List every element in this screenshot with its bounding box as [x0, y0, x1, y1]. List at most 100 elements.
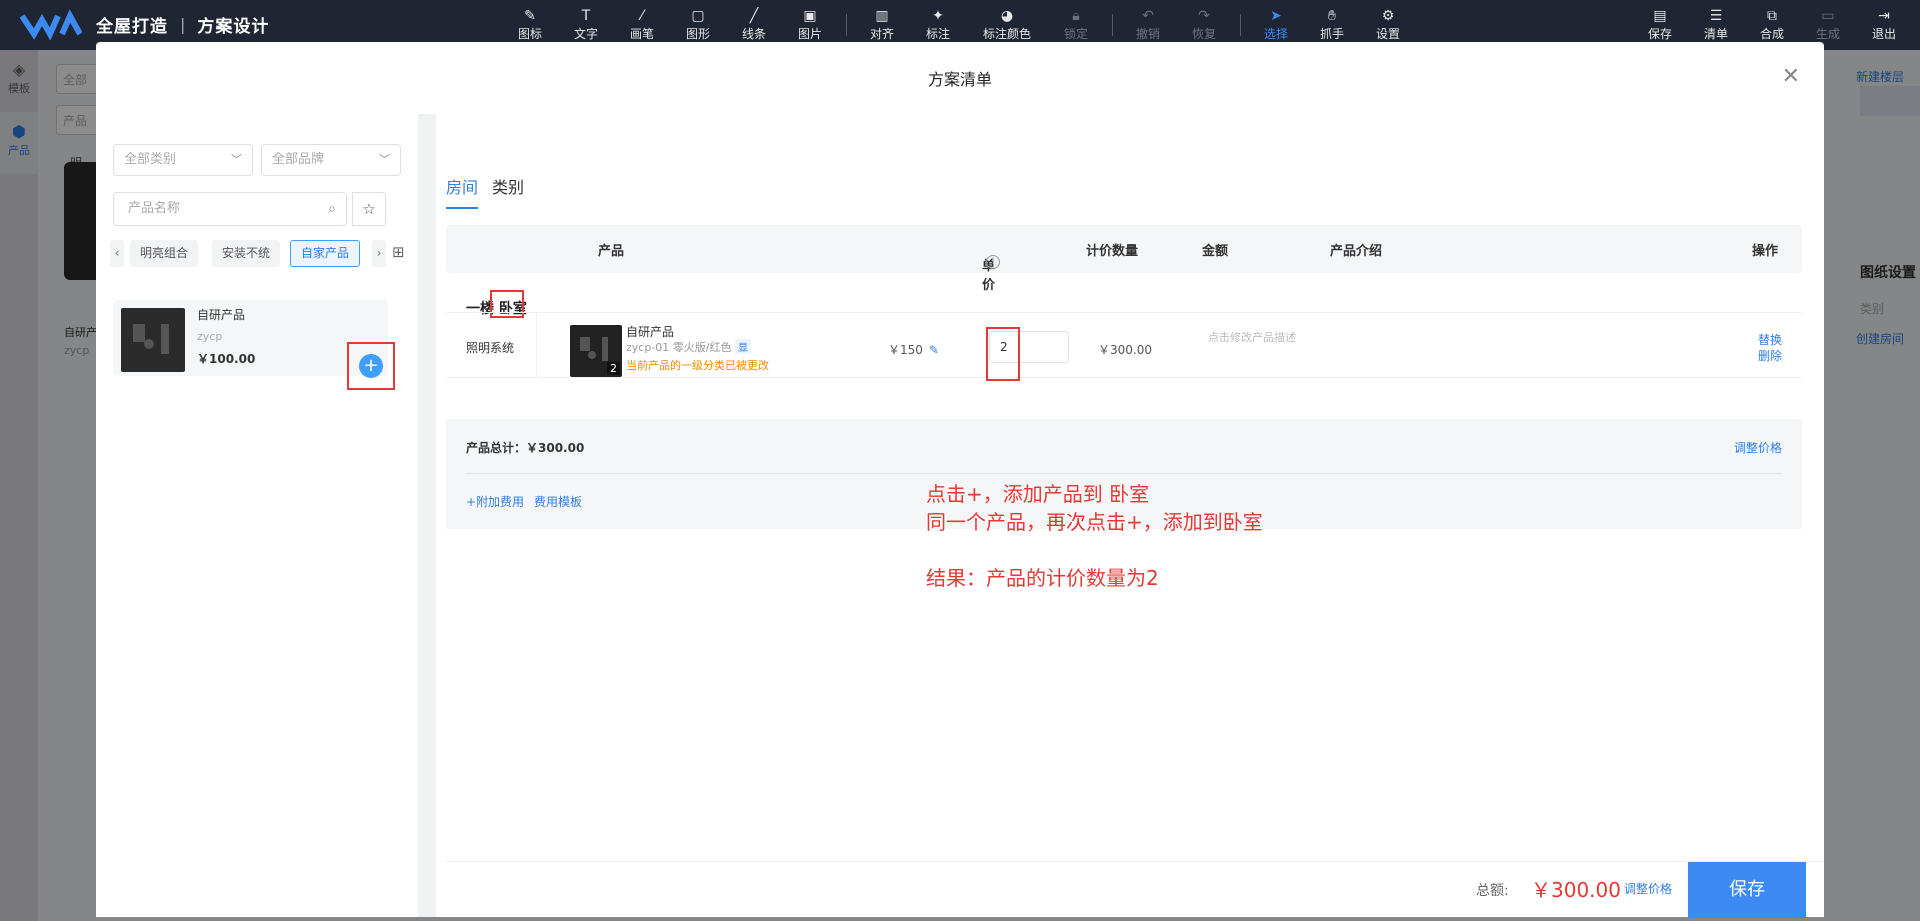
- save-icon: ▤: [1653, 8, 1667, 24]
- fee-template-link[interactable]: 费用模板: [534, 493, 582, 510]
- tool-text-button[interactable]: T 文字: [558, 7, 614, 42]
- edit-pencil-icon[interactable]: ✎: [929, 343, 939, 357]
- panel-divider: [418, 114, 436, 917]
- tool-select-button[interactable]: ➤ 选择: [1248, 7, 1304, 42]
- list-button[interactable]: ☰ 清单: [1688, 7, 1744, 42]
- tool-align-button[interactable]: ▥ 对齐: [854, 7, 910, 42]
- undo-icon: ↶: [1142, 8, 1154, 24]
- tag-bar: ‹ 明亮组合 安装不统 自家产品 › ⊞: [110, 240, 406, 268]
- row-category: 照明系统: [466, 341, 515, 355]
- row-product-name: 自研产品: [626, 325, 675, 339]
- align-icon: ▥: [875, 8, 889, 24]
- info-icon[interactable]: !: [986, 255, 1000, 269]
- exit-icon: ⇥: [1878, 8, 1890, 24]
- replace-link[interactable]: 替换: [1758, 331, 1782, 348]
- generate-icon: ▭: [1821, 8, 1835, 24]
- row-amount: ￥300.00: [1098, 343, 1152, 357]
- favorite-star-icon[interactable]: ☆: [352, 192, 386, 226]
- plan-list-main: 房间 类别 产品 单价! 计价数量 金额 产品介绍 操作 一楼 卧室 照明系统 …: [436, 114, 1824, 918]
- tag-item-active[interactable]: 自家产品: [290, 240, 361, 267]
- row-desc-placeholder[interactable]: 点击修改产品描述: [1208, 329, 1296, 345]
- product-name: 自研产品: [197, 308, 246, 322]
- search-icon: ⌕: [328, 201, 336, 217]
- brush-icon: ⁄: [640, 8, 644, 24]
- product-thumbnail: [121, 308, 185, 372]
- save-button[interactable]: 保存: [1688, 862, 1806, 918]
- header-qty: 计价数量: [1086, 244, 1139, 259]
- app-logo: 全屋打造 | 方案设计: [19, 8, 270, 41]
- row-product-thumbnail: 2: [570, 325, 622, 377]
- image-icon: ▣: [803, 8, 817, 24]
- tool-brush-button[interactable]: ⁄ 画笔: [614, 7, 670, 42]
- tool-settings-button[interactable]: ⚙ 设置: [1360, 7, 1416, 42]
- close-icon[interactable]: ✕: [1782, 64, 1800, 89]
- logo-mark-icon: [19, 8, 83, 41]
- chevron-left-icon[interactable]: ‹: [110, 240, 124, 267]
- lock-icon: 🔒︎: [1072, 8, 1080, 24]
- adjust-price-link[interactable]: 调整价格: [1734, 439, 1782, 456]
- gear-icon: ⚙: [1381, 8, 1395, 24]
- product-picker-panel: 全部类别 ﹀ 全部品牌 ﹀ 产品名称 ⌕ ☆ ‹ 明亮组合 安装不统 自家产品 › ⊞…: [96, 114, 418, 917]
- row-warning: 当前产品的一级分类已被更改: [626, 359, 769, 372]
- tool-icon-button[interactable]: ✎ 图标: [502, 7, 558, 42]
- tab-category[interactable]: 类别: [492, 174, 524, 198]
- brand-select[interactable]: 全部品牌 ﹀: [261, 144, 401, 176]
- header-desc: 产品介绍: [1330, 244, 1383, 259]
- chevron-right-icon[interactable]: ›: [372, 240, 386, 267]
- app-title: 全屋打造: [96, 16, 168, 37]
- palette-icon: ◕: [1000, 8, 1014, 24]
- text-icon: T: [581, 8, 591, 24]
- tool-line-button[interactable]: ╱ 线条: [726, 7, 782, 42]
- tag-item[interactable]: 安装不统: [212, 240, 281, 267]
- chevron-down-icon: ﹀: [231, 153, 242, 166]
- exit-button[interactable]: ⇥ 退出: [1856, 7, 1912, 42]
- tool-hand-button[interactable]: ✋︎ 抓手: [1304, 7, 1360, 42]
- hand-icon: ✋︎: [1328, 8, 1336, 24]
- grid-icon[interactable]: ⊞: [392, 243, 405, 261]
- total-label: 总额:: [1476, 883, 1509, 899]
- tool-pin-color-button[interactable]: ◕ 标注颜色: [979, 7, 1035, 42]
- spec-tag: 显: [734, 339, 751, 354]
- highlight-box: [347, 342, 395, 390]
- cursor-icon: ➤: [1270, 8, 1282, 24]
- app-subtitle: 方案设计: [197, 16, 270, 37]
- pen-nib-icon: ✎: [524, 8, 536, 24]
- highlight-box: [986, 327, 1020, 381]
- header-product: 产品: [598, 244, 625, 259]
- generate-button[interactable]: ▭ 生成: [1800, 7, 1856, 42]
- shape-icon: ▢: [691, 8, 705, 24]
- modal-title: 方案清单: [927, 70, 992, 89]
- add-fee-link[interactable]: +附加费用: [466, 493, 524, 510]
- footer-adjust-price-link[interactable]: 调整价格: [1624, 880, 1672, 897]
- row-product-spec: zycp-01 零火版/红色 显: [626, 339, 751, 355]
- tool-redo-button[interactable]: ↷ 恢复: [1176, 7, 1232, 42]
- instruction-annotation: 点击+，添加产品到 卧室 同一个产品，再次点击+，添加到卧室 结果：产品的计价数…: [926, 482, 1263, 590]
- category-select[interactable]: 全部类别 ﹀: [113, 144, 253, 176]
- save-top-button[interactable]: ▤ 保存: [1632, 7, 1688, 42]
- chevron-down-icon: ﹀: [379, 153, 390, 166]
- product-brand: zycp: [197, 330, 223, 343]
- table-header: 产品 单价! 计价数量 金额 产品介绍 操作: [446, 225, 1802, 293]
- header-amount: 金额: [1202, 244, 1229, 259]
- table-row: 照明系统 2 自研产品 zycp-01 零火版/红色 显 当前产品的一级分类已被…: [446, 312, 1802, 378]
- row-unit-price: ￥150 ✎: [888, 343, 939, 357]
- tool-pin-button[interactable]: ✦ 标注: [910, 7, 966, 42]
- compose-icon: ⧉: [1767, 8, 1777, 24]
- thumb-qty-badge: 2: [607, 362, 620, 375]
- modal-footer: 总额: ￥300.00 调整价格 保存: [446, 861, 1824, 918]
- total-amount: ￥300.00: [1531, 878, 1621, 902]
- header-ops: 操作: [1752, 244, 1779, 259]
- compose-button[interactable]: ⧉ 合成: [1744, 7, 1800, 42]
- product-search-input[interactable]: 产品名称 ⌕: [113, 192, 347, 226]
- tool-undo-button[interactable]: ↶ 撤销: [1120, 7, 1176, 42]
- tool-shape-button[interactable]: ▢ 图形: [670, 7, 726, 42]
- product-total: 产品总计：￥300.00: [466, 441, 585, 455]
- delete-link[interactable]: 删除: [1758, 347, 1782, 364]
- line-icon: ╱: [749, 8, 759, 24]
- tag-item[interactable]: 明亮组合: [130, 240, 199, 267]
- tool-image-button[interactable]: ▣ 图片: [782, 7, 838, 42]
- tab-room[interactable]: 房间: [446, 174, 479, 209]
- tool-lock-button[interactable]: 🔒︎ 锁定: [1048, 7, 1104, 42]
- product-price: ￥100.00: [197, 352, 256, 366]
- redo-icon: ↷: [1198, 8, 1210, 24]
